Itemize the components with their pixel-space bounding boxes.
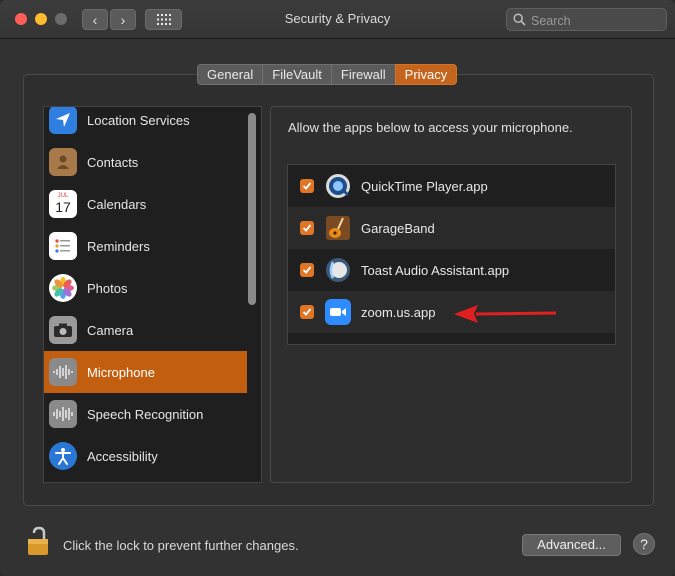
sidebar-item-label: Photos bbox=[87, 280, 128, 296]
app-checkbox[interactable] bbox=[300, 263, 314, 277]
help-button[interactable]: ? bbox=[633, 533, 655, 555]
red-arrow-annotation bbox=[454, 305, 557, 323]
garageband-guitar-icon bbox=[323, 213, 353, 243]
sidebar-item-label: Location Services bbox=[87, 112, 190, 128]
search-icon bbox=[513, 13, 526, 26]
app-checkbox[interactable] bbox=[300, 179, 314, 193]
calendar-icon: JUL 17 bbox=[49, 190, 77, 218]
sidebar-item-photos[interactable]: Photos bbox=[44, 267, 247, 309]
app-row-quicktime[interactable]: QuickTime Player.app bbox=[288, 165, 615, 207]
sidebar-item-speech-recognition[interactable]: Speech Recognition bbox=[44, 393, 247, 435]
app-label: zoom.us.app bbox=[361, 304, 436, 320]
tab-firewall[interactable]: Firewall bbox=[330, 64, 396, 85]
contacts-book-icon bbox=[49, 148, 77, 176]
sidebar-item-label: Accessibility bbox=[87, 448, 158, 464]
unlocked-padlock-icon[interactable] bbox=[26, 525, 54, 557]
permission-description: Allow the apps below to access your micr… bbox=[288, 120, 573, 135]
sidebar-item-label: Microphone bbox=[87, 364, 155, 380]
checkmark-icon bbox=[302, 266, 312, 274]
title-bar: ‹ › Security & Privacy bbox=[0, 0, 675, 39]
accessibility-person-icon bbox=[49, 442, 77, 470]
security-privacy-window: ‹ › Security & Privacy General bbox=[0, 0, 675, 576]
sidebar-item-reminders[interactable]: Reminders bbox=[44, 225, 247, 267]
tab-filevault[interactable]: FileVault bbox=[262, 64, 332, 85]
tab-privacy[interactable]: Privacy bbox=[394, 64, 458, 85]
toast-audio-icon bbox=[323, 255, 353, 285]
app-label: GarageBand bbox=[361, 220, 435, 236]
sidebar-item-contacts[interactable]: Contacts bbox=[44, 141, 247, 183]
reminders-list-icon bbox=[49, 232, 77, 260]
tab-bar: General FileVault Firewall Privacy bbox=[197, 64, 458, 85]
sidebar-scrollbar[interactable] bbox=[248, 113, 256, 305]
quicktime-icon bbox=[323, 171, 353, 201]
camera-icon bbox=[49, 316, 77, 344]
sidebar-item-label: Camera bbox=[87, 322, 134, 338]
search-field[interactable] bbox=[506, 8, 667, 31]
app-label: Toast Audio Assistant.app bbox=[361, 262, 510, 278]
sidebar-item-label: Calendars bbox=[87, 196, 147, 212]
sidebar-item-label: Contacts bbox=[87, 154, 139, 170]
sidebar-item-label: Reminders bbox=[87, 238, 150, 254]
tab-general[interactable]: General bbox=[197, 64, 264, 85]
speech-waveform-icon bbox=[49, 400, 77, 428]
location-arrow-icon bbox=[49, 107, 77, 134]
app-checkbox[interactable] bbox=[300, 221, 314, 235]
app-row-toast-audio[interactable]: Toast Audio Assistant.app bbox=[288, 249, 615, 291]
sidebar-item-microphone[interactable]: Microphone bbox=[44, 351, 247, 393]
sidebar-item-camera[interactable]: Camera bbox=[44, 309, 247, 351]
search-input[interactable] bbox=[529, 11, 663, 30]
app-row-garageband[interactable]: GarageBand bbox=[288, 207, 615, 249]
sidebar-item-label: Speech Recognition bbox=[87, 406, 204, 422]
microphone-waveform-icon bbox=[49, 358, 77, 386]
zoom-camera-icon bbox=[323, 297, 353, 327]
sidebar-item-location-services[interactable]: Location Services bbox=[44, 107, 247, 141]
photos-flower-icon bbox=[49, 274, 77, 302]
checkmark-icon bbox=[302, 308, 312, 316]
lock-status-text: Click the lock to prevent further change… bbox=[63, 538, 299, 553]
sidebar-item-accessibility[interactable]: Accessibility bbox=[44, 435, 247, 477]
sidebar-item-calendars[interactable]: JUL 17 Calendars bbox=[44, 183, 247, 225]
checkmark-icon bbox=[302, 182, 312, 190]
privacy-category-list[interactable]: Location Services Contacts JUL 17 Calend… bbox=[43, 106, 262, 483]
advanced-button[interactable]: Advanced... bbox=[522, 534, 621, 556]
calendar-day: 17 bbox=[55, 199, 71, 215]
app-label: QuickTime Player.app bbox=[361, 178, 488, 194]
app-checkbox[interactable] bbox=[300, 305, 314, 319]
checkmark-icon bbox=[302, 224, 312, 232]
